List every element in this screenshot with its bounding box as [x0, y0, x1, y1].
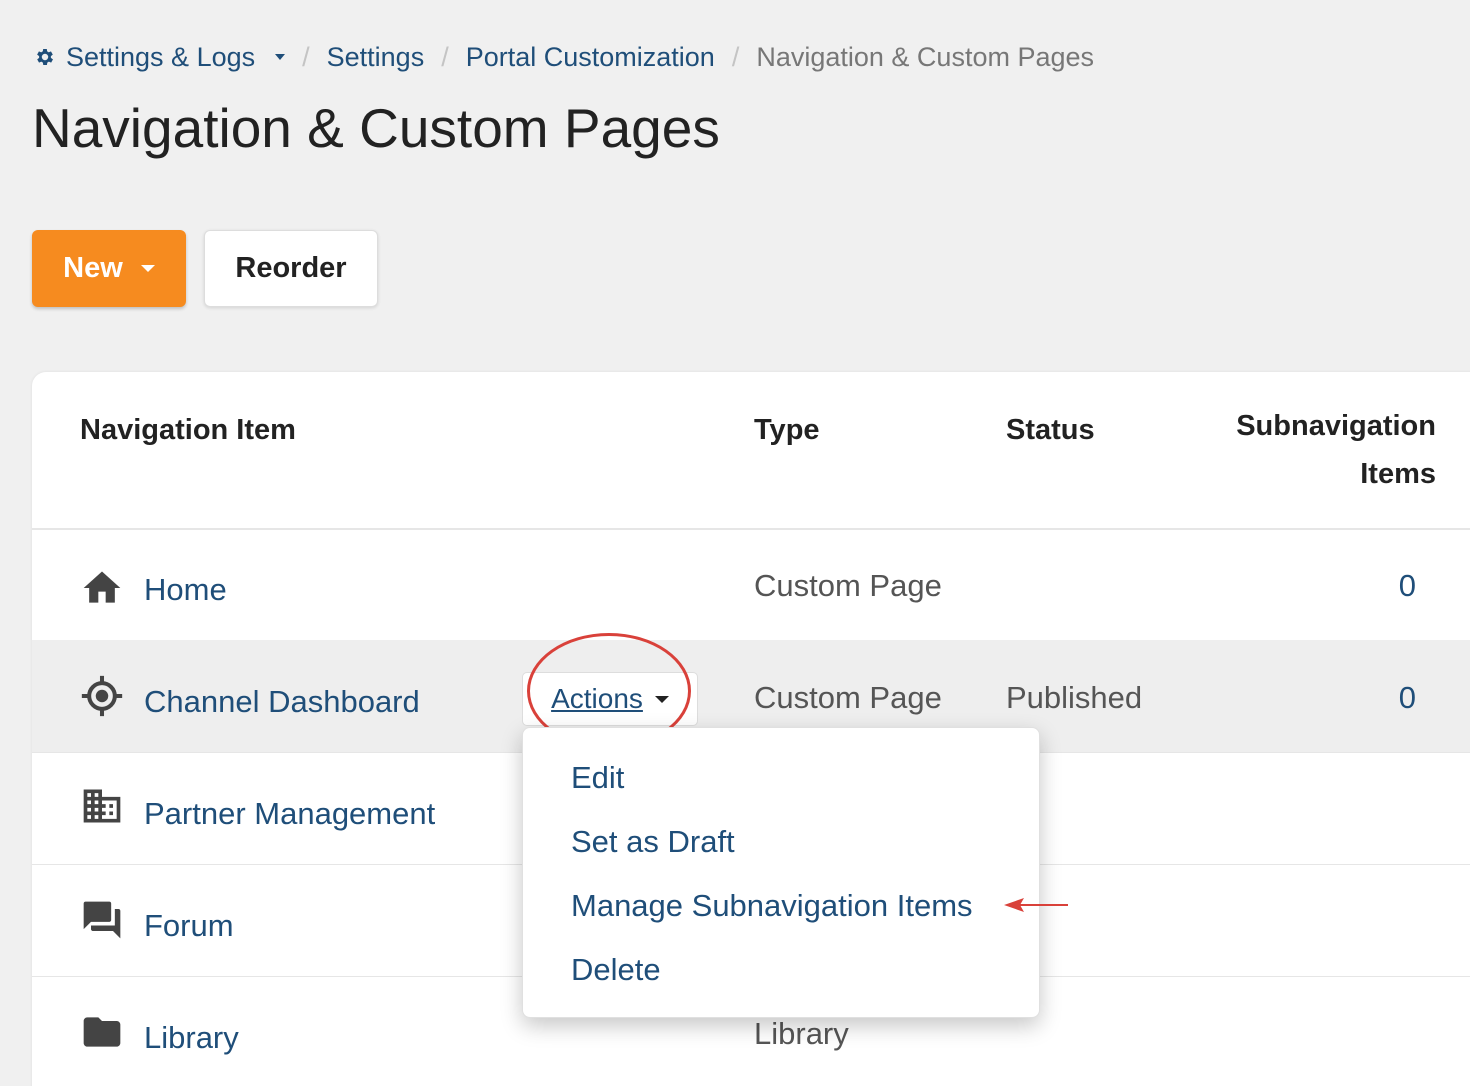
row-label-partner-management[interactable]: Partner Management	[144, 796, 435, 832]
building-icon	[83, 789, 121, 823]
row-label-channel-dashboard[interactable]: Channel Dashboard	[144, 684, 420, 720]
reorder-button[interactable]: Reorder	[204, 230, 378, 307]
row-label-library[interactable]: Library	[144, 1020, 239, 1056]
actions-menu: Edit Set as Draft Manage Subnavigation I…	[522, 727, 1040, 1018]
new-button[interactable]: New	[32, 230, 186, 307]
folder-icon	[83, 1017, 121, 1047]
breadcrumb-settings-logs[interactable]: Settings & Logs	[34, 41, 286, 73]
row-type: Custom Page	[754, 568, 942, 603]
chevron-down-icon	[140, 265, 155, 272]
row-status: Published	[1006, 680, 1143, 715]
breadcrumb-settings[interactable]: Settings	[327, 42, 425, 73]
menu-item-set-as-draft[interactable]: Set as Draft	[571, 824, 735, 860]
home-icon	[83, 571, 121, 603]
column-header-subnavigation-items: Subnavigation Items	[1236, 402, 1436, 498]
new-button-label: New	[63, 252, 123, 284]
annotation-arrow-icon	[1004, 898, 1068, 912]
column-header-navigation-item: Navigation Item	[80, 414, 296, 446]
gear-icon	[37, 49, 53, 65]
breadcrumb-root-label: Settings & Logs	[66, 41, 256, 72]
menu-item-delete[interactable]: Delete	[571, 952, 661, 988]
row-subitems-count[interactable]: 0	[1399, 568, 1416, 604]
row-subitems-count[interactable]: 0	[1399, 680, 1416, 716]
row-label-forum[interactable]: Forum	[144, 908, 234, 944]
column-header-sub-line2: Items	[1360, 458, 1436, 490]
breadcrumb-separator: /	[441, 41, 449, 72]
column-header-status: Status	[1006, 414, 1095, 446]
breadcrumb: Settings & Logs / Settings / Portal Cust…	[34, 40, 1094, 74]
column-header-sub-line1: Subnavigation	[1236, 410, 1436, 442]
menu-item-manage-subnavigation[interactable]: Manage Subnavigation Items	[571, 888, 973, 924]
row-type: Library	[754, 1016, 849, 1051]
chevron-down-icon	[275, 54, 286, 60]
target-icon	[81, 675, 123, 717]
breadcrumb-current: Navigation & Custom Pages	[756, 41, 1095, 72]
table-row: Home Custom Page 0	[32, 530, 1470, 640]
breadcrumb-separator: /	[731, 41, 740, 72]
row-label-home[interactable]: Home	[144, 572, 227, 608]
row-type: Custom Page	[754, 680, 942, 715]
forum-icon	[83, 901, 121, 939]
page-title: Navigation & Custom Pages	[32, 97, 720, 159]
menu-item-edit[interactable]: Edit	[571, 760, 624, 796]
breadcrumb-portal-customization[interactable]: Portal Customization	[466, 42, 715, 73]
column-header-type: Type	[754, 414, 820, 446]
breadcrumb-separator: /	[302, 41, 310, 72]
